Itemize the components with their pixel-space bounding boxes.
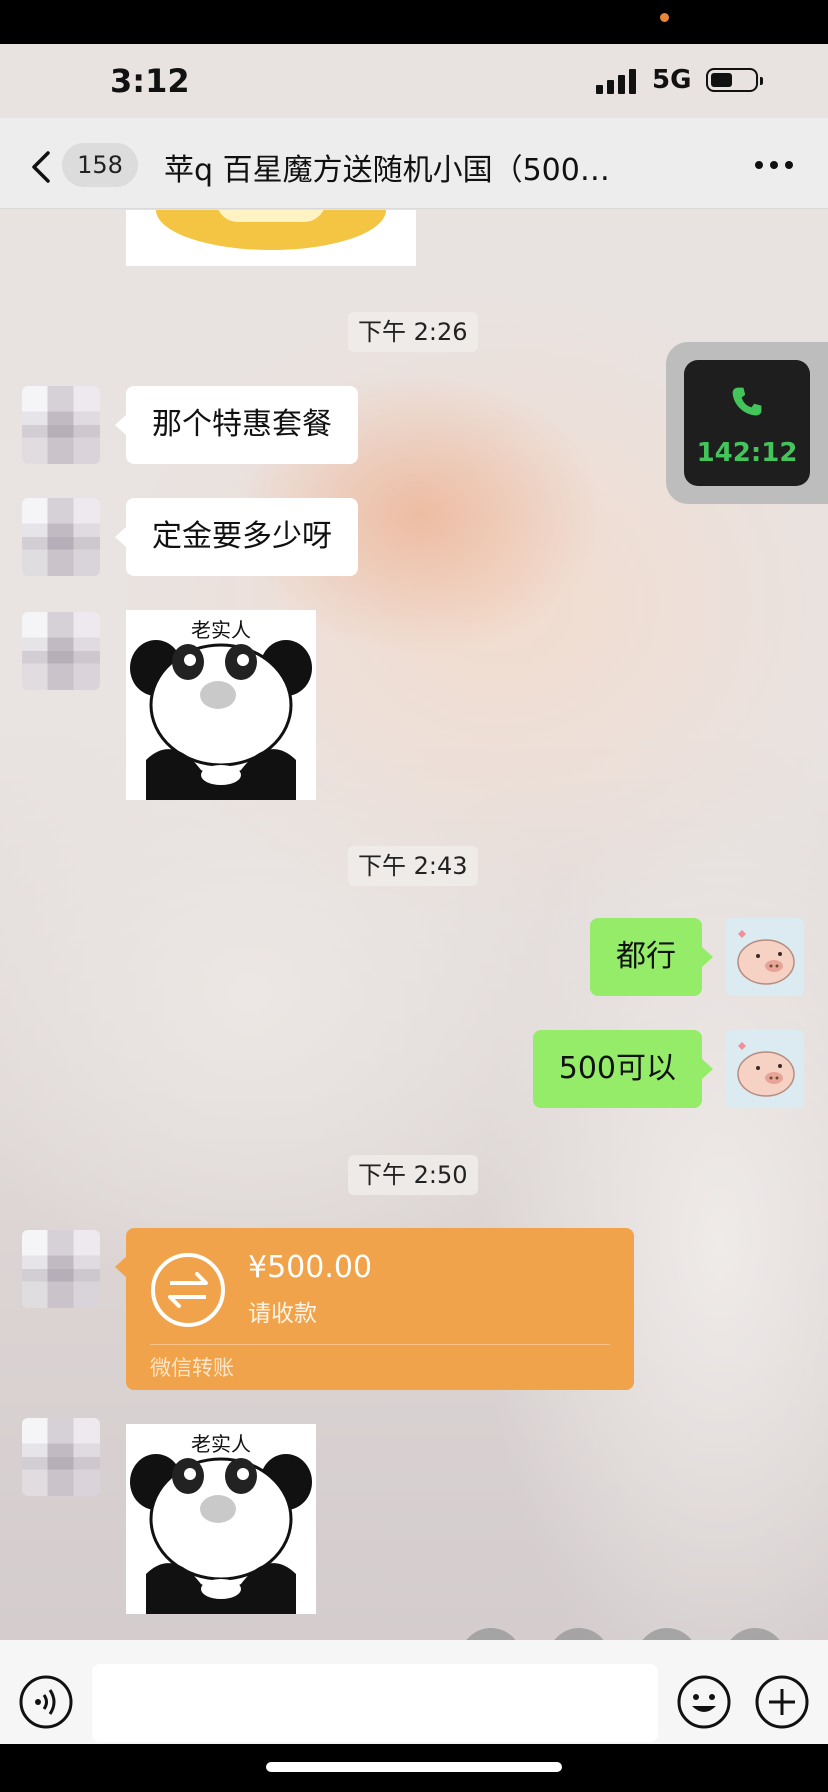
pig-avatar-icon — [737, 1042, 795, 1097]
voice-icon[interactable] — [18, 1674, 74, 1730]
call-duration: 142:12 — [696, 438, 798, 468]
sticker-caption: 老实人 — [191, 618, 251, 642]
message-bubble[interactable]: 那个特惠套餐 — [115, 386, 358, 464]
chat-title: 苹q 百星魔方送随机小国（500… — [164, 153, 610, 188]
timestamp: 下午 2:26 — [348, 312, 478, 352]
panda-sticker[interactable]: 老实人 — [126, 1424, 316, 1614]
emoji-icon[interactable] — [676, 1674, 732, 1730]
my-avatar[interactable] — [726, 1030, 804, 1108]
status-time: 3:12 — [110, 62, 190, 100]
more-options-icon[interactable] — [754, 160, 794, 170]
call-floating-window[interactable]: 142:12 — [666, 342, 828, 504]
avatar[interactable] — [22, 1230, 100, 1308]
avatar[interactable] — [22, 612, 100, 690]
panda-sticker[interactable]: 老实人 — [126, 610, 316, 800]
pig-avatar-icon — [737, 930, 795, 985]
transfer-amount: ¥500.00 — [248, 1250, 373, 1285]
battery-icon — [706, 68, 763, 92]
partial-sticker[interactable] — [126, 210, 416, 266]
transfer-icon — [151, 1253, 225, 1327]
avatar[interactable] — [22, 498, 100, 576]
message-bubble[interactable]: 都行 — [590, 918, 713, 996]
home-indicator[interactable] — [266, 1762, 562, 1772]
plus-icon[interactable] — [754, 1674, 810, 1730]
camera-indicator — [660, 13, 669, 22]
top-bezel — [0, 0, 828, 44]
my-avatar[interactable] — [726, 918, 804, 996]
message-bubble[interactable]: 定金要多少呀 — [115, 498, 358, 576]
chat-background — [0, 44, 828, 1744]
phone-icon — [732, 387, 762, 416]
timestamp: 下午 2:43 — [348, 846, 478, 886]
transfer-label: 微信转账 — [150, 1356, 234, 1380]
message-input[interactable] — [92, 1664, 658, 1742]
avatar[interactable] — [22, 1418, 100, 1496]
divider — [150, 1344, 610, 1345]
network-type: 5G — [652, 65, 692, 95]
transfer-card[interactable]: ¥500.00 请收款 微信转账 — [115, 1228, 634, 1390]
transfer-status: 请收款 — [248, 1301, 317, 1327]
unread-count-badge[interactable]: 158 — [62, 143, 138, 187]
message-bubble[interactable]: 500可以 — [532, 1030, 714, 1108]
signal-icon — [596, 68, 640, 94]
back-chevron-icon[interactable] — [28, 149, 56, 185]
timestamp: 下午 2:50 — [348, 1155, 478, 1195]
avatar[interactable] — [22, 386, 100, 464]
sticker-caption: 老实人 — [191, 1432, 251, 1456]
